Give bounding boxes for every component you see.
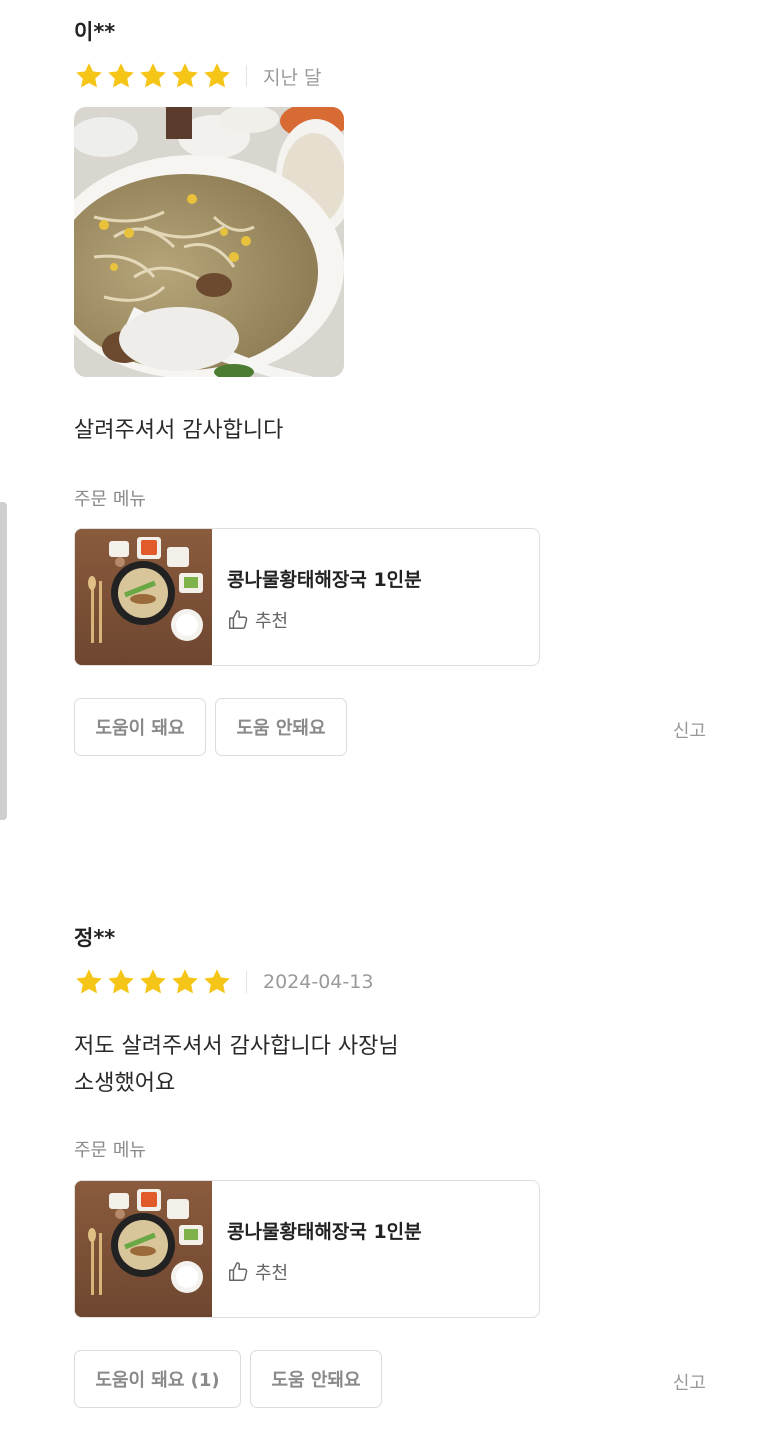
review-text: 살려주셔서 감사합니다 bbox=[74, 418, 284, 443]
star-icon bbox=[202, 967, 232, 997]
review-card: 정** 2024-04-13 저도 살려주셔서 감사합니다 사장님 소생했어요 … bbox=[74, 924, 714, 1408]
not-helpful-button[interactable]: 도움 안돼요 bbox=[215, 698, 347, 756]
recommend-label: 추천 bbox=[255, 611, 289, 632]
star-icon bbox=[106, 61, 136, 91]
feedback-buttons: 도움이 돼요 (1) 도움 안돼요 bbox=[74, 1350, 382, 1408]
reviewer-name: 정** bbox=[74, 926, 116, 950]
order-menu-label: 주문 메뉴 bbox=[74, 489, 146, 510]
not-helpful-button[interactable]: 도움 안돼요 bbox=[250, 1350, 382, 1408]
review-date: 지난 달 bbox=[263, 66, 322, 89]
helpful-button[interactable]: 도움이 돼요 bbox=[74, 698, 206, 756]
rating-row: 지난 달 bbox=[74, 60, 714, 92]
menu-item-name: 콩나물황태해장국 1인분 bbox=[227, 1221, 422, 1243]
star-icon bbox=[74, 61, 104, 91]
recommend-label: 추천 bbox=[255, 1263, 289, 1284]
order-menu-card[interactable]: 콩나물황태해장국 1인분 추천 bbox=[74, 1180, 540, 1318]
report-link[interactable]: 신고 bbox=[673, 1369, 706, 1395]
thumbs-up-icon bbox=[227, 609, 249, 631]
review-card: 이** 지난 달 살려주셔서 감사합니다 주문 메뉴 콩나물황태해장국 1인분 … bbox=[74, 18, 714, 756]
menu-item-image bbox=[75, 529, 212, 665]
star-icon bbox=[138, 967, 168, 997]
helpful-button[interactable]: 도움이 돼요 (1) bbox=[74, 1350, 241, 1408]
review-text-line: 소생했어요 bbox=[74, 1071, 176, 1096]
rating-row: 2024-04-13 bbox=[74, 966, 714, 998]
order-menu-card[interactable]: 콩나물황태해장국 1인분 추천 bbox=[74, 528, 540, 666]
menu-item-image bbox=[75, 1181, 212, 1317]
star-icon bbox=[170, 967, 200, 997]
order-menu-label: 주문 메뉴 bbox=[74, 1140, 146, 1161]
review-date: 2024-04-13 bbox=[263, 971, 374, 993]
scroll-handle[interactable] bbox=[0, 502, 7, 820]
review-photo[interactable] bbox=[74, 107, 344, 377]
soup-photo-image bbox=[74, 107, 344, 377]
recommend-badge: 추천 bbox=[227, 1259, 288, 1285]
star-rating bbox=[74, 967, 232, 997]
star-icon bbox=[138, 61, 168, 91]
recommend-badge: 추천 bbox=[227, 607, 288, 633]
review-text: 저도 살려주셔서 감사합니다 사장님 소생했어요 bbox=[74, 1028, 399, 1102]
star-icon bbox=[106, 967, 136, 997]
review-text-line: 저도 살려주셔서 감사합니다 사장님 bbox=[74, 1034, 399, 1059]
divider bbox=[246, 971, 247, 993]
star-rating bbox=[74, 61, 232, 91]
star-icon bbox=[202, 61, 232, 91]
feedback-buttons: 도움이 돼요 도움 안돼요 bbox=[74, 698, 347, 756]
menu-item-name: 콩나물황태해장국 1인분 bbox=[227, 569, 422, 591]
thumbs-up-icon bbox=[227, 1261, 249, 1283]
star-icon bbox=[170, 61, 200, 91]
reviewer-name: 이** bbox=[74, 20, 116, 44]
report-link[interactable]: 신고 bbox=[673, 717, 706, 743]
star-icon bbox=[74, 967, 104, 997]
divider bbox=[246, 65, 247, 87]
